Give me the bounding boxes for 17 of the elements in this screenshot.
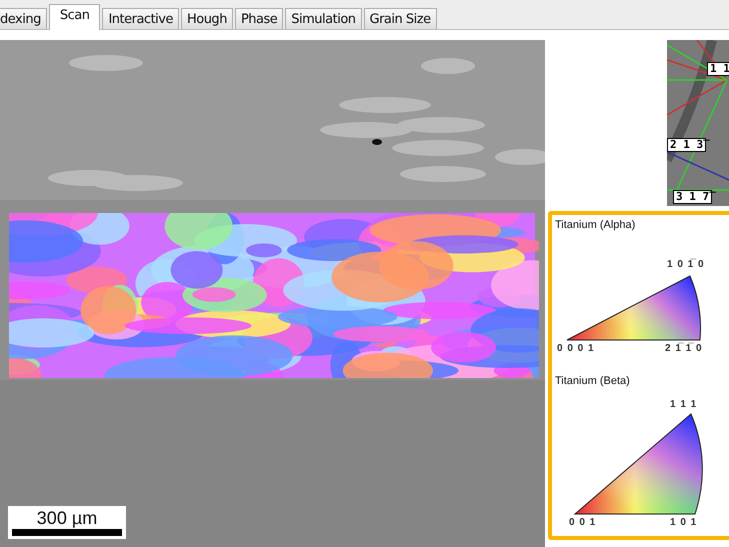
tab[interactable]: dexing [0,8,47,29]
tab[interactable]: Grain Size [364,8,437,29]
index-label: 1 1 [707,62,729,76]
phase-name: Titanium (Alpha) [555,219,636,231]
direction-label: 1 0 1 [670,517,698,528]
direction-label: 1 0 1̅ 0 [667,259,705,270]
direction-label: 0 0 0 1 [557,343,595,354]
scale-label: 300 µm [36,508,98,528]
tab[interactable]: Scan [48,4,100,30]
tab[interactable]: Phase [234,8,284,29]
direction-label: 2 1̅ 1̅ 0 [665,343,703,354]
phase-name: Titanium (Beta) [555,375,631,387]
direction-label: 0 0 1 [569,517,596,528]
direction-label: 1 1 1 [670,399,698,410]
tab[interactable]: Simulation [285,8,362,29]
tab[interactable]: Hough [180,8,233,29]
tab[interactable]: Interactive [102,8,179,29]
